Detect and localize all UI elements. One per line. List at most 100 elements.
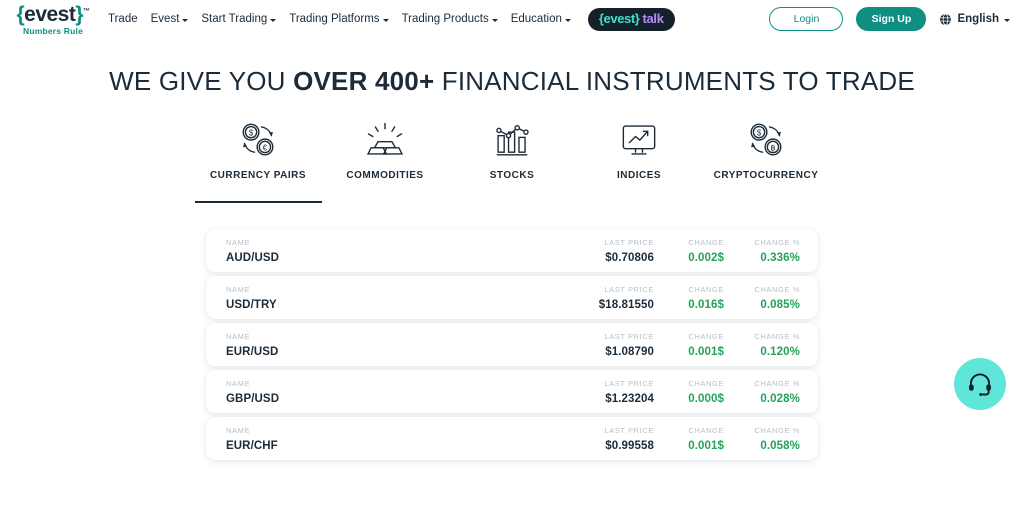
row-price-cell: LAST PRICE $1.08790 <box>558 329 654 360</box>
logo-brace-open: { <box>16 3 25 26</box>
nav-link-evest-label: Evest <box>150 13 180 25</box>
tab-indices[interactable]: INDICES <box>576 118 703 213</box>
language-selector[interactable]: English <box>939 13 1010 26</box>
site-logo[interactable]: {evest}™ Numbers Rule <box>12 2 94 36</box>
gold-bars-icon <box>362 118 408 162</box>
evest-talk-badge[interactable]: {evest} talk <box>587 7 675 31</box>
logo-brace-close: } <box>75 3 84 26</box>
tab-cryptocurrency-label: CRYPTOCURRENCY <box>713 170 819 181</box>
table-row[interactable]: NAME EUR/USD LAST PRICE $1.08790 CHANGE … <box>206 323 818 366</box>
table-row[interactable]: NAME AUD/USD LAST PRICE $0.70806 CHANGE … <box>206 229 818 272</box>
nav-link-start-trading[interactable]: Start Trading <box>201 13 277 25</box>
language-label: English <box>957 13 999 25</box>
instrument-change-pct: 0.085% <box>760 298 800 311</box>
column-header-name: NAME <box>226 237 251 247</box>
nav-link-trade-label: Trade <box>108 13 138 25</box>
row-price-cell: LAST PRICE $1.23204 <box>558 376 654 407</box>
page-title: WE GIVE YOU OVER 400+ FINANCIAL INSTRUME… <box>0 66 1024 96</box>
chevron-down-icon <box>382 18 389 22</box>
instrument-last-price: $1.23204 <box>605 392 654 405</box>
nav-link-trading-products[interactable]: Trading Products <box>402 13 498 25</box>
table-row[interactable]: NAME EUR/CHF LAST PRICE $0.99558 CHANGE … <box>206 417 818 460</box>
instrument-last-price: $0.70806 <box>605 251 654 264</box>
tab-currency-pairs-label: CURRENCY PAIRS <box>209 170 307 181</box>
row-change-cell: CHANGE 0.001$ <box>654 423 724 454</box>
tab-underline <box>449 201 576 203</box>
nav-link-trade[interactable]: Trade <box>108 13 138 25</box>
column-header-change-pct: CHANGE % <box>754 237 800 247</box>
headline-part-2: FINANCIAL INSTRUMENTS TO TRADE <box>434 66 915 96</box>
login-button[interactable]: Login <box>769 7 844 31</box>
signup-button[interactable]: Sign Up <box>856 7 927 31</box>
tab-indices-label: INDICES <box>616 170 662 181</box>
logo-trademark: ™ <box>83 8 90 15</box>
tab-stocks-label: STOCKS <box>489 170 535 181</box>
tab-currency-pairs[interactable]: $ € CURRENCY PAIRS <box>194 118 322 213</box>
instrument-change: 0.002$ <box>688 251 724 264</box>
row-price-cell: LAST PRICE $0.70806 <box>558 235 654 266</box>
column-header-last-price: LAST PRICE <box>604 425 654 435</box>
svg-text:฿: ฿ <box>770 143 775 152</box>
column-header-change-pct: CHANGE % <box>754 331 800 341</box>
row-name-cell: NAME EUR/USD <box>226 329 558 360</box>
globe-icon <box>940 13 952 25</box>
tab-stocks[interactable]: STOCKS <box>449 118 576 213</box>
row-name-cell: NAME GBP/USD <box>226 376 558 407</box>
support-chat-button[interactable] <box>954 358 1006 410</box>
row-change-cell: CHANGE 0.002$ <box>654 235 724 266</box>
column-header-name: NAME <box>226 331 251 341</box>
chevron-down-icon <box>564 18 571 22</box>
logo-tagline: Numbers Rule <box>22 26 84 36</box>
nav-link-start-trading-label: Start Trading <box>201 13 268 25</box>
column-header-last-price: LAST PRICE <box>604 284 654 294</box>
row-name-cell: NAME AUD/USD <box>226 235 558 266</box>
column-header-change-pct: CHANGE % <box>754 425 800 435</box>
nav-link-education-label: Education <box>510 13 562 25</box>
column-header-change: CHANGE <box>688 378 724 388</box>
headline-highlight: OVER 400+ <box>293 66 435 96</box>
tab-commodities[interactable]: COMMODITIES <box>322 118 449 213</box>
instrument-last-price: $0.99558 <box>605 439 654 452</box>
tab-underline <box>322 201 449 203</box>
row-change-pct-cell: CHANGE % 0.028% <box>724 376 800 407</box>
nav-link-education[interactable]: Education <box>511 13 571 25</box>
column-header-change: CHANGE <box>688 425 724 435</box>
nav-link-trading-platforms[interactable]: Trading Platforms <box>289 13 389 25</box>
instrument-name: GBP/USD <box>226 392 280 405</box>
column-header-last-price: LAST PRICE <box>604 378 654 388</box>
chevron-down-icon <box>491 18 498 22</box>
headline-part-1: WE GIVE YOU <box>109 66 294 96</box>
instrument-change: 0.001$ <box>688 439 724 452</box>
row-change-cell: CHANGE 0.001$ <box>654 329 724 360</box>
row-change-pct-cell: CHANGE % 0.336% <box>724 235 800 266</box>
row-change-pct-cell: CHANGE % 0.120% <box>724 329 800 360</box>
nav-link-evest[interactable]: Evest <box>151 13 189 25</box>
column-header-change: CHANGE <box>688 331 724 341</box>
instrument-change: 0.000$ <box>688 392 724 405</box>
row-name-cell: NAME EUR/CHF <box>226 423 558 454</box>
svg-text:$: $ <box>757 129 762 138</box>
instrument-change: 0.016$ <box>688 298 724 311</box>
row-name-cell: NAME USD/TRY <box>226 282 558 313</box>
chevron-down-icon <box>1004 18 1010 22</box>
column-header-name: NAME <box>226 378 251 388</box>
instrument-change: 0.001$ <box>688 345 724 358</box>
instrument-name: EUR/USD <box>226 345 279 358</box>
column-header-name: NAME <box>226 425 251 435</box>
column-header-last-price: LAST PRICE <box>604 237 654 247</box>
nav-links: Trade Evest Start Trading Trading Platfo… <box>108 7 675 31</box>
tab-cryptocurrency[interactable]: $ ฿ CRYPTOCURRENCY <box>703 118 830 213</box>
top-navigation-bar: {evest}™ Numbers Rule Trade Evest Start … <box>0 0 1024 38</box>
instrument-name: USD/TRY <box>226 298 277 311</box>
table-row[interactable]: NAME GBP/USD LAST PRICE $1.23204 CHANGE … <box>206 370 818 413</box>
row-price-cell: LAST PRICE $0.99558 <box>558 423 654 454</box>
bar-chart-icon <box>489 118 535 162</box>
column-header-change: CHANGE <box>688 237 724 247</box>
nav-link-trading-platforms-label: Trading Platforms <box>289 13 380 25</box>
crypto-exchange-icon: $ ฿ <box>743 118 789 162</box>
table-row[interactable]: NAME USD/TRY LAST PRICE $18.81550 CHANGE… <box>206 276 818 319</box>
row-price-cell: LAST PRICE $18.81550 <box>558 282 654 313</box>
row-change-cell: CHANGE 0.000$ <box>654 376 724 407</box>
instrument-last-price: $18.81550 <box>598 298 654 311</box>
instrument-name: EUR/CHF <box>226 439 278 452</box>
